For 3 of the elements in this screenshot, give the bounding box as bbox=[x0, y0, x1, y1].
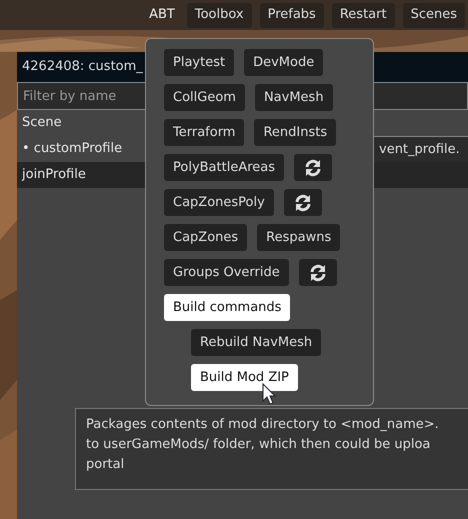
toolbar-label: ABT bbox=[149, 6, 175, 24]
tooltip: Packages contents of mod directory to <mod_name>. to userGameMods/ folder, which then could be uploa portal bbox=[75, 408, 468, 490]
row-label: • customProfile bbox=[22, 140, 122, 158]
